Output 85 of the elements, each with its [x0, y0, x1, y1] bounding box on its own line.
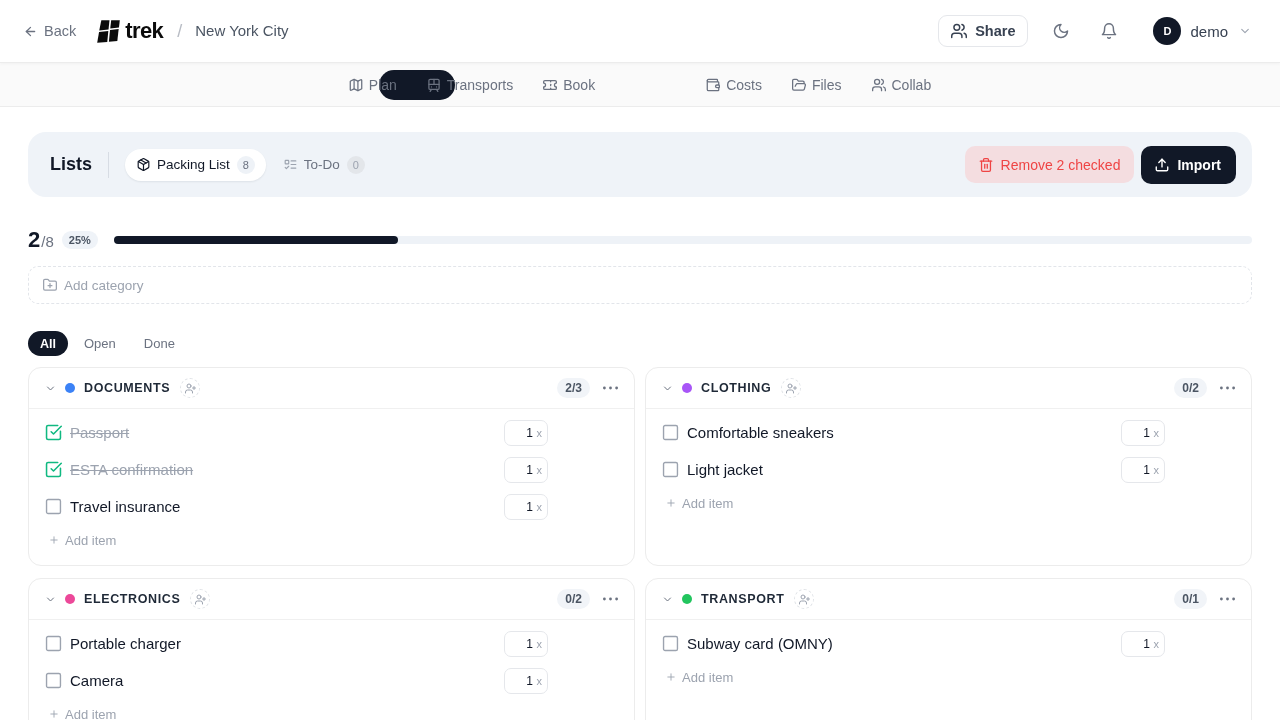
plus-icon	[666, 672, 676, 682]
item-count: 0/1	[1174, 589, 1207, 609]
user-menu-button[interactable]: D demo	[1145, 13, 1256, 49]
breadcrumb-separator: /	[177, 20, 183, 42]
filter-tab[interactable]: All	[28, 331, 68, 356]
plus-icon	[49, 709, 59, 719]
list-tab[interactable]: Packing List 8	[125, 148, 266, 181]
logo-icon	[97, 19, 121, 43]
checkbox[interactable]	[45, 461, 62, 478]
count-badge: 8	[236, 155, 255, 174]
filter-tab[interactable]: Done	[131, 331, 187, 356]
add-item-button[interactable]: Add item	[45, 705, 121, 720]
folder-plus-icon	[43, 278, 57, 292]
folder-icon	[791, 77, 806, 92]
avatar: D	[1153, 17, 1182, 45]
add-item-button[interactable]: Add item	[662, 668, 738, 686]
add-category-button[interactable]: Add category	[28, 266, 1252, 304]
packed-count: 2	[28, 228, 41, 252]
trash-icon	[978, 157, 993, 172]
filter-tab[interactable]: Open	[72, 331, 128, 356]
total-count: /8	[41, 233, 54, 250]
item-name: Portable charger	[70, 635, 181, 652]
logo-text: trek	[125, 18, 164, 44]
nav-tab[interactable]: Files	[776, 69, 857, 100]
users-icon	[871, 77, 886, 92]
count-badge: 0	[346, 155, 365, 174]
import-button[interactable]: Import	[1141, 145, 1236, 184]
more-icon[interactable]	[603, 597, 618, 601]
item-name: Comfortable sneakers	[687, 424, 834, 441]
share-button[interactable]: Share	[938, 15, 1029, 47]
checkbox[interactable]	[662, 424, 679, 441]
more-icon[interactable]	[603, 386, 618, 390]
item-name: ESTA confirmation	[70, 461, 194, 478]
lists-title: Lists	[50, 154, 92, 175]
category-name: DOCUMENTS	[84, 381, 171, 395]
checkbox[interactable]	[662, 635, 679, 652]
checkbox[interactable]	[45, 424, 62, 441]
item-count: 0/2	[557, 589, 590, 609]
remove-checked-button[interactable]: Remove 2 checked	[964, 146, 1135, 183]
unit-label: x	[536, 463, 542, 476]
checkbox[interactable]	[662, 461, 679, 478]
unit-label: x	[536, 674, 542, 687]
train-icon	[426, 77, 441, 92]
back-arrow-icon	[24, 24, 37, 38]
more-icon[interactable]	[1220, 386, 1235, 390]
list-tab[interactable]: To-Do 0	[271, 148, 376, 181]
category-name: CLOTHING	[701, 381, 772, 395]
nav-tab[interactable]: Costs	[691, 69, 777, 100]
upload-icon	[1155, 157, 1170, 172]
add-item-button[interactable]: Add item	[662, 494, 738, 512]
category-name: TRANSPORT	[701, 592, 785, 606]
plus-icon	[666, 498, 676, 508]
wallet-icon	[706, 77, 721, 92]
item-name: Light jacket	[687, 461, 763, 478]
unit-label: x	[1153, 463, 1159, 476]
percent-label: 25%	[61, 231, 98, 249]
nav-tab[interactable]: Collab	[856, 69, 947, 100]
item-name: Subway card (OMNY)	[687, 635, 833, 652]
checklist-icon	[283, 158, 297, 171]
item-name: Passport	[70, 424, 130, 441]
package-icon	[137, 158, 150, 171]
ticket-icon	[543, 77, 558, 92]
nav-tab[interactable]: Book	[528, 69, 611, 100]
checkbox[interactable]	[45, 635, 62, 652]
category-name: ELECTRONICS	[84, 592, 181, 606]
bell-icon	[1101, 23, 1118, 39]
unit-label: x	[536, 426, 542, 439]
plus-icon	[49, 535, 59, 545]
trip-title: New York City	[195, 21, 289, 41]
item-name: Camera	[70, 672, 124, 689]
item-name: Travel insurance	[70, 498, 181, 515]
unit-label: x	[536, 637, 542, 650]
map-icon	[348, 77, 363, 92]
moon-icon	[1053, 23, 1070, 39]
checkbox[interactable]	[45, 672, 62, 689]
users-icon	[951, 23, 968, 39]
back-button[interactable]: Back	[24, 17, 77, 45]
unit-label: x	[536, 500, 542, 513]
unit-label: x	[1153, 426, 1159, 439]
unit-label: x	[1153, 637, 1159, 650]
item-count: 0/2	[1174, 378, 1207, 398]
item-count: 2/3	[557, 378, 590, 398]
checkbox[interactable]	[45, 498, 62, 515]
more-icon[interactable]	[1220, 597, 1235, 601]
add-item-button[interactable]: Add item	[45, 531, 121, 549]
